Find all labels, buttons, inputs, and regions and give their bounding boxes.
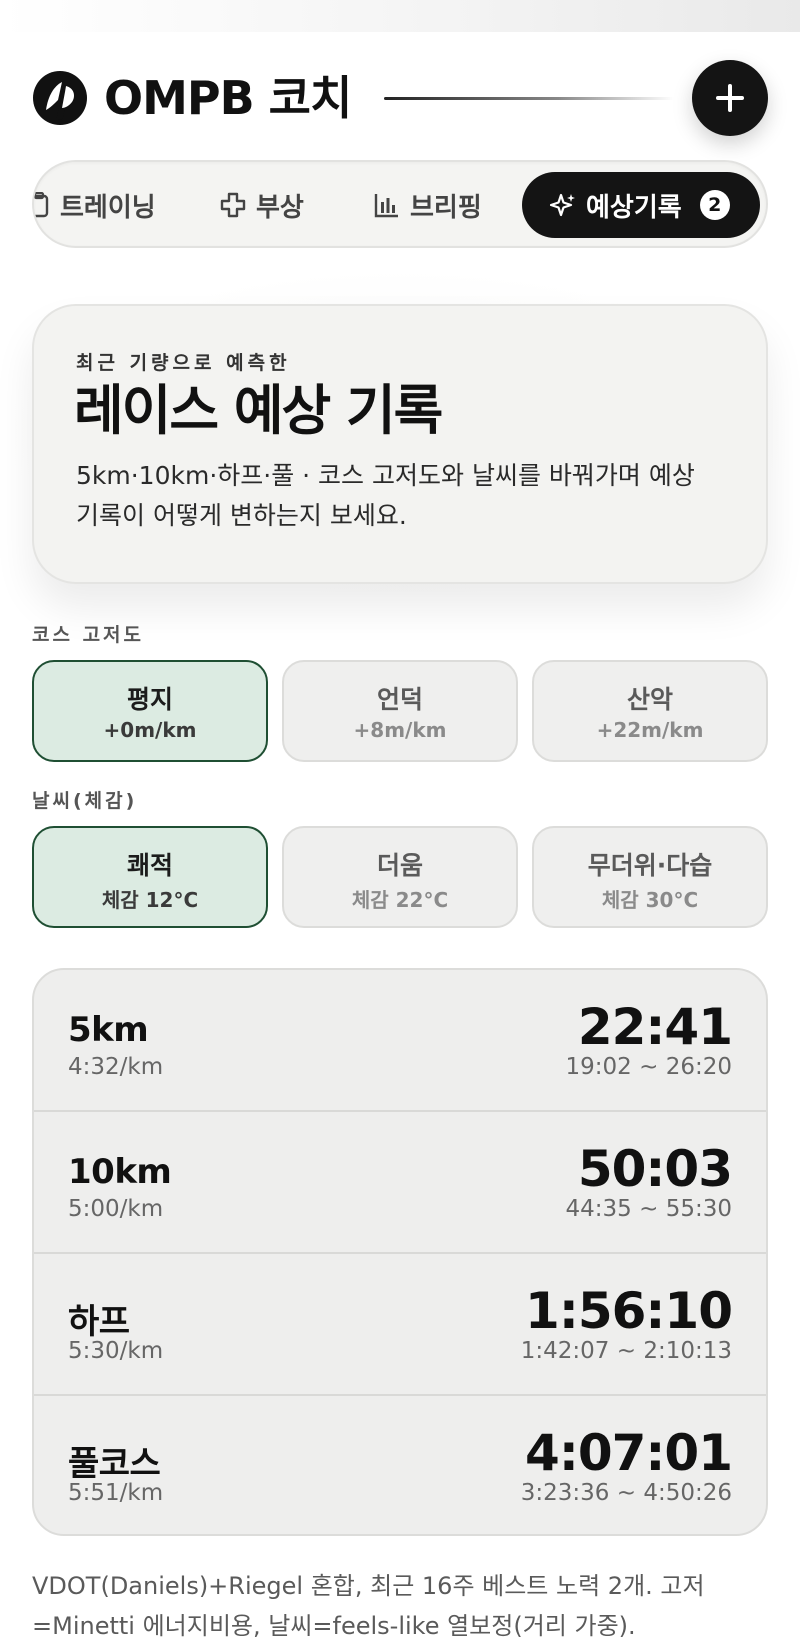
tab-injury-label: 부상 [256,192,304,223]
option-title: 더움 [376,851,423,880]
weather-label: 날씨(체감) [32,790,138,812]
logo-icon [33,71,87,125]
hero-kicker: 최근 기량으로 예측한 [76,352,291,374]
option-sub: +0m/km [103,718,197,742]
tab-briefing[interactable]: 브리핑 [374,172,482,238]
result-range: 19:02 ~ 26:20 [565,1054,732,1080]
option-title: 평지 [126,685,173,714]
result-distance: 하프 [68,1302,130,1342]
result-time: 22:41 [577,998,733,1056]
app-title: OMPB 코치 [104,71,352,125]
option-sub: 체감 30°C [601,888,699,912]
result-pace: 5:30/km [68,1338,164,1364]
methodology-footnote: VDOT(Daniels)+Riegel 혼합, 최근 16주 베스트 노력 2… [32,1572,705,1638]
count-badge: 2 [699,190,730,220]
weather-option-humid[interactable]: 무더위·다습 체감 30°C [532,826,768,928]
option-sub: 체감 12°C [101,888,199,912]
result-time: 1:56:10 [525,1282,733,1340]
result-time: 4:07:01 [525,1424,733,1482]
tab-training[interactable]: 트레이닝 [34,172,156,238]
tab-race-prediction-label: 예상기록 [586,192,682,223]
result-row: 10km 5:00/km 50:03 44:35 ~ 55:30 [34,1112,766,1254]
weather-option-hot[interactable]: 더움 체감 22°C [282,826,518,928]
tab-training-label: 트레이닝 [60,192,156,223]
prediction-results: 5km 4:32/km 22:41 19:02 ~ 26:20 10km 5:0… [32,968,768,1536]
elevation-option-flat[interactable]: 평지 +0m/km [32,660,268,762]
result-distance: 5km [68,1010,149,1050]
result-pace: 4:32/km [68,1054,164,1080]
sparkle-icon [550,193,575,217]
app-header: OMPB 코치 [32,60,768,136]
result-range: 44:35 ~ 55:30 [565,1196,732,1222]
result-distance: 10km [68,1152,172,1192]
tab-injury[interactable]: 부상 [220,172,304,238]
hero-card: 최근 기량으로 예측한 레이스 예상 기록 5km·10km·하프·풀 · 코스… [32,304,768,584]
result-pace: 5:51/km [68,1480,164,1506]
page-title: 레이스 예상 기록 [74,379,443,442]
result-time: 50:03 [577,1140,733,1198]
option-sub: +22m/km [596,718,704,742]
bar-chart-icon [374,194,398,218]
result-row: 5km 4:32/km 22:41 19:02 ~ 26:20 [34,970,766,1112]
tab-briefing-label: 브리핑 [410,192,482,223]
elevation-label: 코스 고저도 [32,624,145,646]
top-status-strip [0,0,800,32]
header-divider-line [384,97,674,100]
option-title: 무더위·다습 [587,851,713,880]
add-button[interactable] [692,60,768,136]
result-row: 풀코스 5:51/km 4:07:01 3:23:36 ~ 4:50:26 [34,1396,766,1534]
weather-option-comfortable[interactable]: 쾌적 체감 12°C [32,826,268,928]
option-title: 산악 [626,685,673,714]
elevation-option-mountain[interactable]: 산악 +22m/km [532,660,768,762]
result-range: 3:23:36 ~ 4:50:26 [520,1480,732,1506]
result-pace: 5:00/km [68,1196,164,1222]
option-title: 언덕 [376,685,423,714]
medical-cross-icon [220,192,246,218]
option-sub: +8m/km [353,718,447,742]
option-title: 쾌적 [126,851,173,880]
tab-bar: 트레이닝 부상 브리핑 예상기록 2 [32,160,768,248]
result-range: 1:42:07 ~ 2:10:13 [520,1338,732,1364]
tab-race-prediction[interactable]: 예상기록 2 [522,172,760,238]
clipboard-icon [34,192,49,218]
elevation-option-hill[interactable]: 언덕 +8m/km [282,660,518,762]
result-row: 하프 5:30/km 1:56:10 1:42:07 ~ 2:10:13 [34,1254,766,1396]
hero-description: 5km·10km·하프·풀 · 코스 고저도와 날씨를 바꿔가며 예상 기록이 … [76,461,695,530]
option-sub: 체감 22°C [351,888,449,912]
result-distance: 풀코스 [68,1444,161,1484]
